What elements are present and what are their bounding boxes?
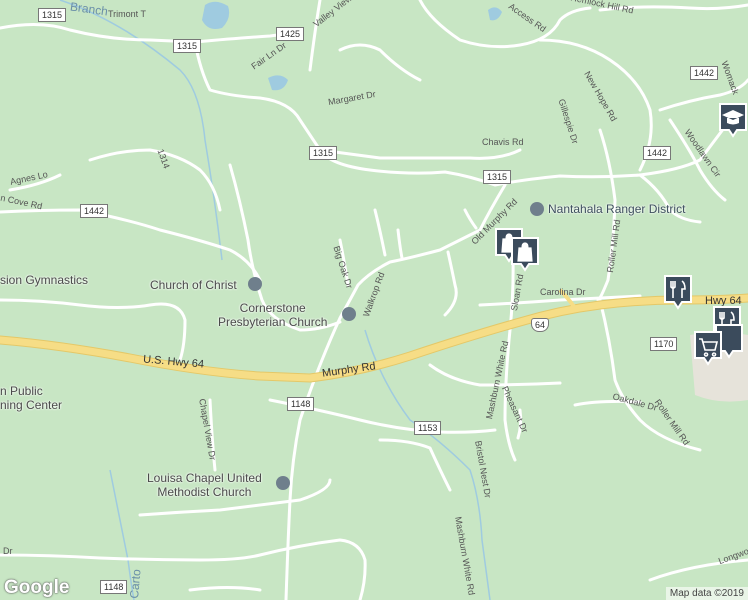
route-shield-1442-left: 1442	[80, 204, 109, 218]
route-shield-1425: 1425	[276, 27, 305, 41]
map-attribution[interactable]: Map data ©2019	[665, 587, 748, 600]
google-logo: Google	[4, 577, 70, 598]
pin-shape	[694, 331, 722, 366]
route-shield-1148: 1148	[287, 397, 315, 411]
shopping-cart-pin[interactable]	[693, 330, 723, 366]
poi-nantahala-ranger[interactable]: Nantahala Ranger District	[548, 202, 685, 216]
route-shield-1170: 1170	[650, 337, 678, 351]
road-label-trimont: Trimont T	[108, 9, 147, 19]
school-pin[interactable]	[718, 102, 748, 138]
poi-louisa-chapel[interactable]: Louisa Chapel United Methodist Church	[147, 471, 262, 499]
church-icon[interactable]	[276, 476, 290, 490]
poi-church-of-christ[interactable]: Church of Christ	[150, 278, 237, 292]
restaurant-pin[interactable]	[663, 274, 693, 310]
shopping-pin[interactable]	[510, 236, 540, 272]
route-shield-1315-right: 1315	[483, 170, 512, 184]
route-shield-1315-left: 1315	[173, 39, 202, 53]
ranger-district-icon[interactable]	[530, 202, 544, 216]
route-shield-1153: 1153	[414, 421, 442, 435]
church-icon[interactable]	[342, 307, 356, 321]
poi-cornerstone[interactable]: Cornerstone Presbyterian Church	[218, 301, 327, 329]
road-label-cartoogechaye: Carto	[127, 568, 144, 600]
road-label-chavis: Chavis Rd	[482, 137, 524, 147]
route-shield-1148-bottom: 1148	[100, 580, 128, 594]
road-label-carolina: Carolina Dr	[540, 287, 586, 297]
road-label-dr-left: Dr	[3, 546, 13, 556]
poi-public-center[interactable]: n Public ning Center	[0, 384, 62, 412]
poi-gymnastics[interactable]: sion Gymnastics	[0, 273, 88, 287]
route-shield-1442-top: 1442	[690, 66, 719, 80]
route-shield-us64: 64	[531, 318, 550, 332]
route-shield-1315-mid: 1315	[309, 146, 338, 160]
church-icon[interactable]	[248, 277, 262, 291]
route-shield-1442-right: 1442	[643, 146, 672, 160]
pin-shape	[664, 275, 692, 310]
route-shield-1315-top: 1315	[38, 8, 67, 22]
